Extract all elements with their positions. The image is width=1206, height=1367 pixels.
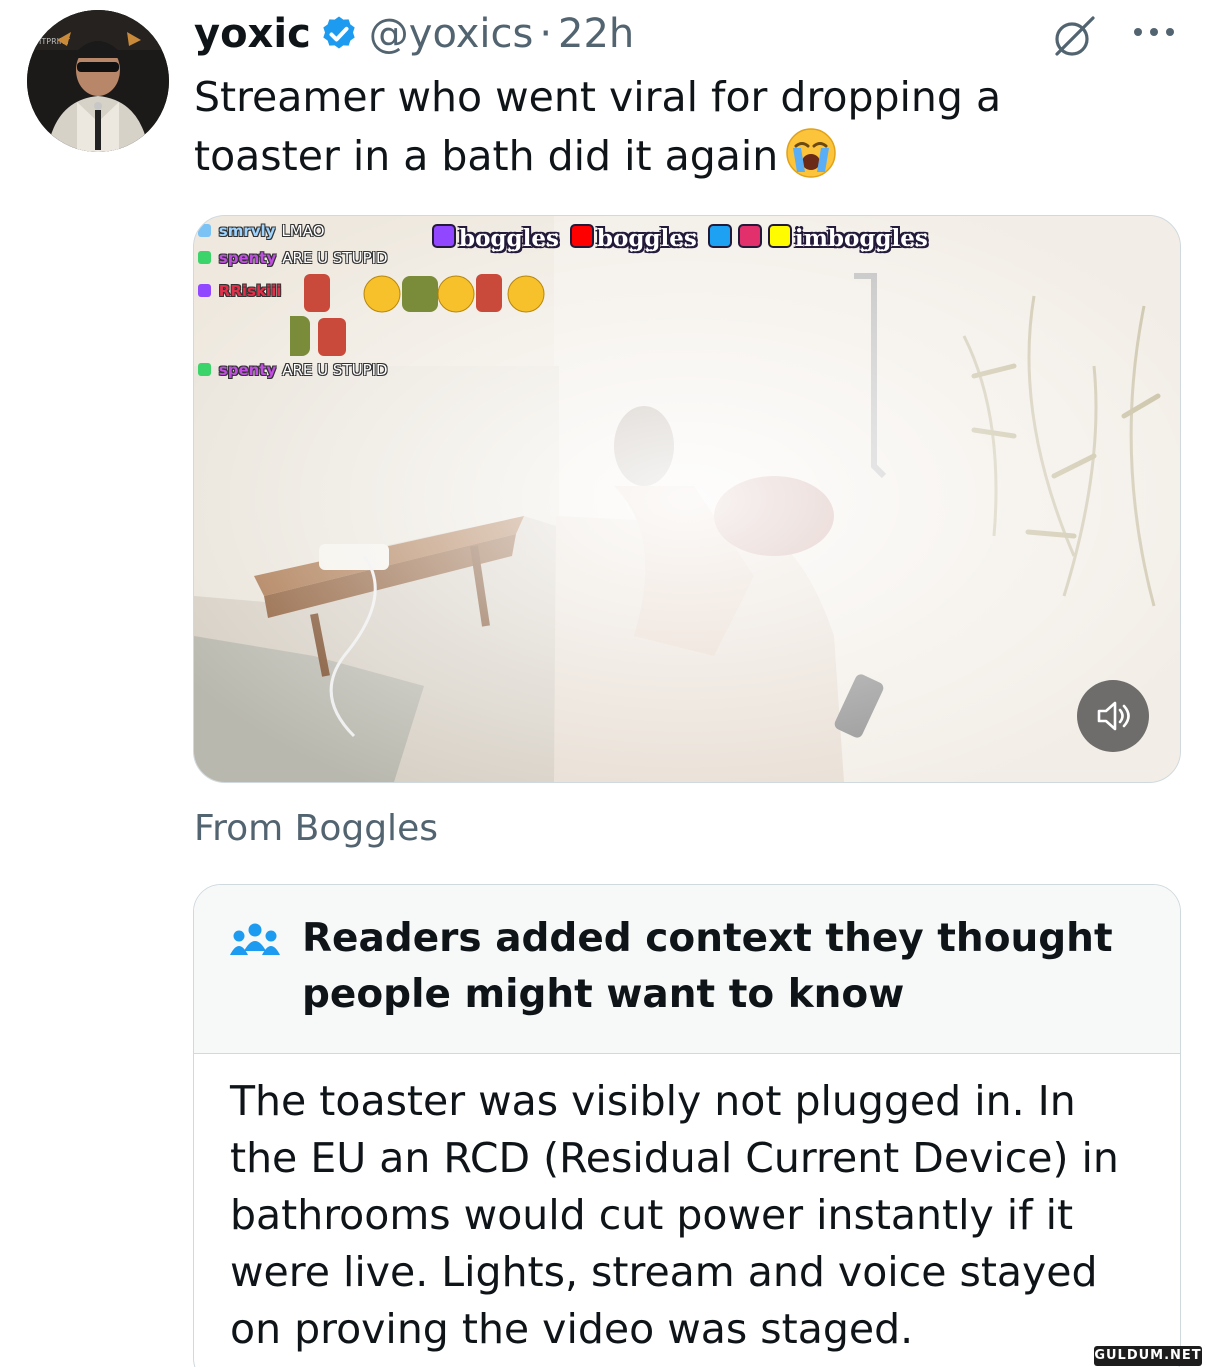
- instagram-icon: [737, 224, 762, 248]
- chat-text: ARE U STUPID: [282, 249, 388, 267]
- chat-message: RRiskiii: [198, 282, 287, 300]
- tweet-text-content: Streamer who went viral for dropping a t…: [194, 73, 1002, 180]
- stream-handles-overlay: boggles boggles imboggles: [429, 224, 928, 252]
- video-player[interactable]: boggles boggles imboggles smrvly LMAO spe…: [193, 215, 1181, 783]
- chat-message: smrvly LMAO: [198, 222, 325, 240]
- chat-username: RRiskiii: [218, 282, 282, 300]
- display-name[interactable]: yoxic: [194, 11, 311, 57]
- speaker-muted-icon: [1097, 701, 1130, 731]
- media-attribution[interactable]: From Boggles: [194, 808, 438, 849]
- site-watermark: GULDUM.NET: [1094, 1346, 1202, 1366]
- verified-badge-icon[interactable]: [319, 14, 359, 54]
- chat-text: ARE U STUPID: [282, 361, 388, 379]
- tweet-screenshot: ITPRINT yoxic @yoxics · 22h Streamer who…: [0, 0, 1206, 1367]
- chat-username: spenty: [218, 361, 277, 379]
- chat-badge-icon: [198, 363, 211, 376]
- chat-username: spenty: [218, 249, 277, 267]
- youtube-icon: [569, 224, 594, 248]
- people-group-icon: [230, 923, 280, 955]
- grok-icon[interactable]: [1050, 13, 1098, 61]
- tweet-header: yoxic @yoxics · 22h: [194, 8, 634, 60]
- chat-badge-icon: [198, 251, 211, 264]
- user-handle[interactable]: @yoxics: [369, 11, 534, 57]
- tweet-text: Streamer who went viral for dropping a t…: [194, 68, 1134, 185]
- community-note: Readers added context they thought peopl…: [193, 884, 1181, 1367]
- chat-text: LMAO: [281, 222, 325, 240]
- avatar[interactable]: ITPRINT: [27, 10, 169, 152]
- chat-message: spenty ARE U STUPID: [198, 249, 388, 267]
- avatar-image: ITPRINT: [27, 10, 169, 152]
- twitch-icon: [432, 224, 456, 248]
- community-note-header: Readers added context they thought peopl…: [194, 885, 1180, 1054]
- chat-badge-icon: [198, 224, 211, 237]
- loudly-crying-face-icon: [786, 128, 837, 178]
- community-note-title: Readers added context they thought peopl…: [302, 916, 1113, 1017]
- chat-message: spenty ARE U STUPID: [198, 361, 388, 379]
- youtube-handle: boggles: [596, 225, 697, 252]
- twitch-handle: boggles: [459, 225, 559, 252]
- chat-username: smrvly: [218, 222, 276, 240]
- community-note-body: The toaster was visibly not plugged in. …: [230, 1077, 1119, 1353]
- timestamp[interactable]: 22h: [558, 11, 634, 57]
- social-handle: imboggles: [794, 225, 928, 252]
- mute-button[interactable]: [1077, 680, 1149, 752]
- snapchat-icon: [767, 224, 792, 248]
- more-options-icon[interactable]: [1130, 22, 1178, 42]
- separator-dot: ·: [539, 11, 553, 57]
- chat-badge-icon: [198, 284, 211, 297]
- twitter-icon: [707, 224, 732, 248]
- chat-emotes: [290, 274, 545, 356]
